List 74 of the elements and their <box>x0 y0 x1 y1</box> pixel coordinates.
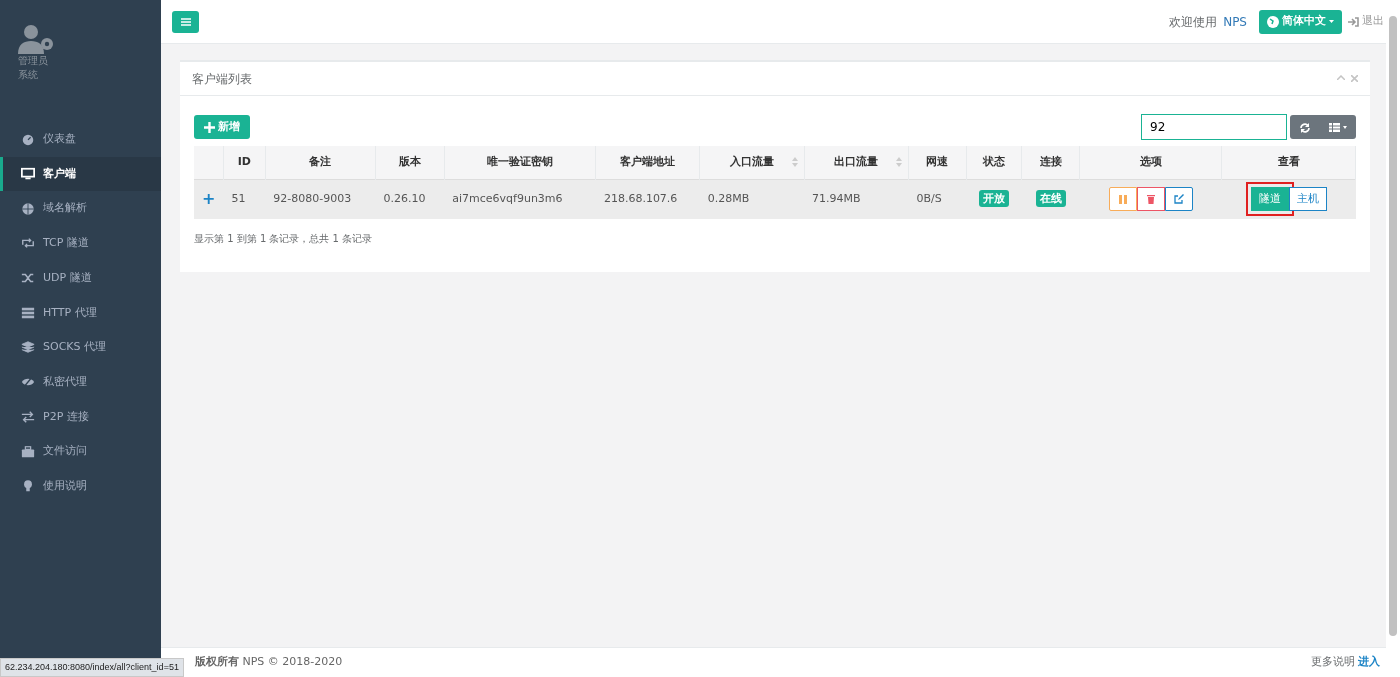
view-button[interactable]: 主机 <box>1288 187 1327 212</box>
swap-arrows-icon <box>21 409 35 424</box>
column-header: 出口流量 <box>834 155 879 168</box>
pause-button[interactable] <box>1108 187 1137 212</box>
search-field[interactable]: 92 <box>1141 114 1287 140</box>
sidebar-item[interactable]: P2P 连接 <box>0 399 161 435</box>
outflow-cell: 71.94MB <box>812 192 861 205</box>
copyright-text: 版权所有 NPS © 2018-2020 <box>195 654 343 671</box>
brand-link[interactable]: NPS <box>1223 12 1247 31</box>
sidebar-item[interactable]: HTTP 代理 <box>0 295 161 331</box>
pause-icon <box>1118 194 1127 204</box>
welcome-text: 欢迎使用 <box>1169 13 1218 31</box>
column-header: 网速 <box>926 155 949 168</box>
edit-button[interactable] <box>1164 187 1193 212</box>
sidebar-item[interactable]: 域名解析 <box>0 191 161 227</box>
sign-in-icon <box>1348 16 1359 27</box>
monitor-icon <box>21 167 35 182</box>
menu-icon <box>180 18 191 26</box>
briefcase-icon <box>21 444 35 459</box>
user-group: 系统 <box>18 68 143 82</box>
connection-badge: 在线 <box>1035 190 1066 207</box>
language-dropdown[interactable]: 简体中文 <box>1259 9 1342 34</box>
sidebar-item[interactable]: 使用说明 <box>0 468 161 504</box>
refresh-icon <box>1300 122 1310 133</box>
status-badge: 开放 <box>979 190 1010 207</box>
close-icon[interactable] <box>1351 75 1358 82</box>
speed-cell: 0B/S <box>916 192 942 205</box>
lightbulb-icon <box>21 479 35 494</box>
column-header: 连接 <box>1039 155 1062 168</box>
caret-icon <box>1329 20 1334 23</box>
layers-icon <box>21 340 35 355</box>
version-cell: 0.26.10 <box>383 192 426 205</box>
key-cell: ai7mce6vqf9un3m6 <box>452 192 563 205</box>
column-header: ID <box>237 155 251 168</box>
delete-button[interactable] <box>1136 187 1165 212</box>
logout-link[interactable]: 退出 <box>1348 13 1384 30</box>
dashboard-icon <box>21 132 35 147</box>
enter-link[interactable]: 进入 <box>1358 654 1380 671</box>
sidebar-item[interactable]: 客户端 <box>0 156 161 192</box>
add-button[interactable]: 新增 <box>194 115 250 139</box>
sidebar-item[interactable]: 文件访问 <box>0 434 161 469</box>
sort-icon[interactable] <box>896 157 902 167</box>
sidebar-item[interactable]: SOCKS 代理 <box>0 330 161 365</box>
address-cell: 218.68.107.6 <box>603 192 678 205</box>
column-header: 备注 <box>309 155 332 168</box>
sidebar-item[interactable]: 仪表盘 <box>0 122 161 157</box>
pagination-info: 显示第 1 到第 1 条记录，总共 1 条记录 <box>194 232 374 246</box>
sort-icon[interactable] <box>791 157 798 167</box>
inflow-cell: 0.28MB <box>707 192 750 205</box>
column-header: 状态 <box>983 155 1006 168</box>
menu-button[interactable] <box>172 10 199 33</box>
user-role: 管理员 <box>18 54 49 68</box>
remark-cell: 92-8080-9003 <box>273 192 352 205</box>
more-info-text: 更多说明 <box>1311 654 1355 671</box>
edit-icon <box>1173 194 1184 205</box>
column-header: 版本 <box>398 155 421 168</box>
column-header: 唯一验证密钥 <box>487 155 554 168</box>
id-cell: 51 <box>231 192 246 205</box>
browser-status-url: 62.234.204.180:8080/index/all?client_id=51 <box>0 657 184 677</box>
repeat-arrows-icon <box>21 236 35 251</box>
column-header: 客户端地址 <box>620 155 676 168</box>
plus-icon <box>204 121 215 133</box>
sidebar-item[interactable]: TCP 隧道 <box>0 226 161 261</box>
table-icon <box>1329 123 1347 132</box>
collapse-icon[interactable] <box>1337 75 1345 80</box>
server-icon <box>21 305 35 320</box>
user-gear-icon <box>18 24 56 54</box>
column-header: 查看 <box>1277 155 1300 168</box>
trash-icon <box>1146 194 1155 205</box>
sidebar-item[interactable]: UDP 隧道 <box>0 260 161 296</box>
column-header: 选项 <box>1139 155 1162 168</box>
panel-title: 客户端列表 <box>192 70 252 88</box>
column-header: 入口流量 <box>729 155 774 168</box>
sidebar-item[interactable]: 私密代理 <box>0 364 161 400</box>
